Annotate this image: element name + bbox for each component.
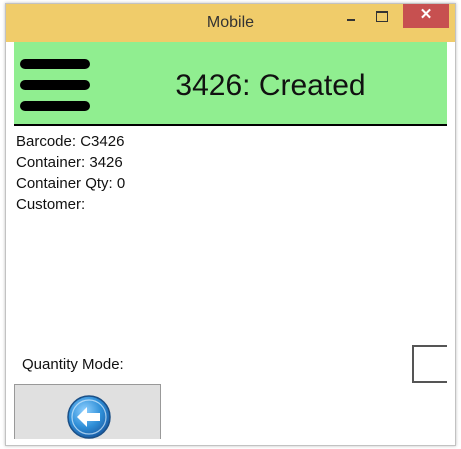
maximize-button[interactable] [368, 4, 396, 28]
container-text: Container: 3426 [16, 154, 123, 171]
customer-text: Customer: [16, 196, 86, 213]
back-arrow-icon [67, 395, 111, 439]
container-info: Barcode: C3426 Container: 3426 Container… [16, 131, 125, 215]
title-bar[interactable]: Mobile ✕ [6, 4, 455, 42]
hamburger-bar [20, 59, 90, 69]
back-button[interactable] [14, 384, 161, 439]
quantity-mode-label: Quantity Mode: [22, 356, 124, 373]
app-content: 3426: Created Barcode: C3426 Container: … [14, 42, 447, 439]
barcode-text: Barcode: C3426 [16, 133, 125, 150]
hamburger-icon[interactable] [20, 59, 90, 113]
app-window: Mobile ✕ 3426: Created Barcode: C3426 Co… [5, 3, 456, 446]
minimize-button[interactable] [337, 4, 365, 28]
header-title: 3426: Created [175, 69, 366, 102]
hamburger-bar [20, 101, 90, 111]
close-button[interactable]: ✕ [403, 4, 449, 28]
quantity-mode-checkbox[interactable] [412, 345, 447, 383]
container-qty-text: Container Qty: 0 [16, 175, 126, 192]
status-header: 3426: Created [14, 42, 447, 126]
hamburger-bar [20, 80, 90, 90]
